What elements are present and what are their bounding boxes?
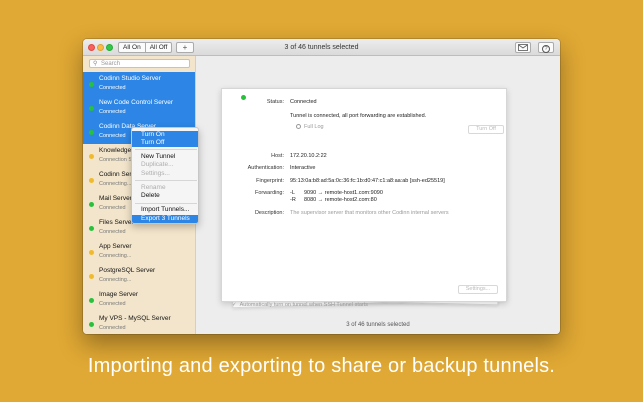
status-dot	[89, 106, 94, 111]
search-placeholder: Search	[101, 61, 121, 67]
tunnel-list-item[interactable]: New Code Control Server Connected	[83, 96, 195, 120]
forwarding-flag-1: -L	[290, 190, 295, 196]
auto-turn-on-label: Automatically turn on tunnel when SSH Tu…	[239, 302, 369, 308]
tunnel-name: New Code Control Server	[99, 99, 174, 106]
status-dot	[89, 178, 94, 183]
tunnel-status: Connected	[99, 325, 126, 331]
auto-turn-on-checkbox[interactable]: ✓ Automatically turn on tunnel when SSH T…	[232, 302, 368, 308]
tunnel-detail-card: Status: Connected Tunnel is connected, a…	[221, 88, 507, 308]
full-log-link[interactable]: Full Log	[296, 124, 324, 130]
fingerprint-label: Fingerprint:	[256, 178, 284, 184]
tunnel-name: Codinn Studio Server	[99, 75, 161, 82]
help-button[interactable]: ?	[538, 42, 554, 53]
description-label: Description:	[254, 210, 284, 216]
promo-caption: Importing and exporting to share or back…	[87, 355, 556, 377]
tunnel-list-item[interactable]: Codinn Studio Server Connected	[83, 72, 195, 96]
help-icon: ?	[542, 45, 550, 53]
mail-button[interactable]	[515, 42, 531, 53]
host-value: 172.20.10.2:22	[290, 153, 327, 159]
status-message: Tunnel is connected, all port forwarding…	[290, 113, 427, 119]
menu-separator	[135, 203, 197, 204]
tunnel-status: Connected	[99, 85, 126, 91]
status-value: Connected	[290, 99, 317, 105]
full-log-label: Full Log	[304, 124, 324, 130]
status-label: Status:	[266, 99, 284, 105]
detail-pane: Status: Connected Tunnel is connected, a…	[196, 56, 560, 334]
tunnel-status: Connected	[99, 205, 126, 211]
tunnel-list-item[interactable]: PostgreSQL Server Connecting...	[83, 264, 195, 288]
menu-separator	[135, 180, 197, 181]
host-label: Host:	[271, 153, 284, 159]
log-icon	[296, 124, 301, 130]
zoom-button[interactable]	[106, 44, 113, 51]
menu-turn-off[interactable]: Turn Off	[132, 139, 198, 147]
tunnel-list-item[interactable]: My VPS - MySQL Server Connected	[83, 312, 195, 334]
menu-duplicate[interactable]: Duplicate...	[132, 161, 198, 169]
all-off-button[interactable]: All Off	[144, 43, 172, 52]
fingerprint-value: 95:13:0a:b8:ad:5a:0c:36:fc:1b:d0:47:c1:a…	[290, 178, 445, 184]
tunnel-list-item[interactable]: App Server Connecting...	[83, 240, 195, 264]
description-value: The supervisor server that monitors othe…	[290, 210, 449, 216]
forwarding-label: Forwarding:	[254, 190, 284, 196]
menu-delete[interactable]: Delete	[132, 192, 198, 200]
tunnel-status: Connected	[99, 133, 126, 139]
all-on-button[interactable]: All On	[119, 43, 145, 52]
auth-label: Authentication:	[247, 165, 284, 171]
settings-button[interactable]: Settings...	[458, 285, 498, 294]
status-dot	[89, 298, 94, 303]
menu-import[interactable]: Import Tunnels...	[132, 206, 198, 214]
status-dot	[89, 226, 94, 231]
magnifier-icon: ⚲	[93, 61, 98, 67]
menu-turn-on[interactable]: Turn On	[132, 131, 198, 139]
menu-export[interactable]: Export 3 Tunnels	[132, 215, 198, 223]
tunnel-status: Connection S	[99, 157, 133, 163]
status-dot	[89, 82, 94, 87]
status-dot	[89, 202, 94, 207]
tunnel-status: Connecting...	[99, 277, 132, 283]
tunnel-name: Image Server	[99, 291, 139, 298]
forwarding-flag-2: -R	[290, 197, 296, 203]
tunnel-status: Connecting...	[99, 253, 132, 259]
tunnel-status: Connected	[99, 229, 126, 235]
menu-settings[interactable]: Settings...	[132, 170, 198, 178]
envelope-icon	[518, 44, 528, 51]
title-bar: 3 of 46 tunnels selected All On All Off …	[83, 39, 560, 56]
turn-off-button[interactable]: Turn Off	[468, 125, 504, 134]
status-dot	[89, 130, 94, 135]
add-tunnel-button[interactable]: +	[176, 42, 194, 53]
tunnel-list-item[interactable]: Image Server Connected	[83, 288, 195, 312]
tunnel-name: PostgreSQL Server	[99, 267, 156, 274]
close-button[interactable]	[88, 44, 95, 51]
tunnel-name: Mail Server	[99, 195, 132, 202]
forwarding-rule-2: 8080 → remote-host2.com:80	[304, 197, 377, 203]
status-dot	[89, 250, 94, 255]
forwarding-rule-1: 9090 → remote-host1.com:9090	[304, 190, 383, 196]
status-dot	[89, 154, 94, 159]
minimize-button[interactable]	[97, 44, 104, 51]
tunnel-status: Connected	[99, 109, 126, 115]
checkmark-icon: ✓	[232, 302, 237, 308]
status-dot	[89, 274, 94, 279]
tunnel-name: App Server	[99, 243, 132, 250]
context-menu: Turn On Turn Off New Tunnel Duplicate...…	[131, 127, 199, 224]
search-field[interactable]: ⚲ Search	[89, 59, 190, 68]
tunnel-name: Codinn Serv	[99, 171, 135, 178]
tunnel-name: Files Server	[99, 219, 134, 226]
menu-new-tunnel[interactable]: New Tunnel	[132, 153, 198, 161]
selection-footer: 3 of 46 tunnels selected	[346, 322, 410, 328]
menu-separator	[135, 149, 197, 150]
status-dot	[89, 322, 94, 327]
auth-value: Interactive	[290, 165, 316, 171]
all-on-off-segment: All On All Off	[118, 42, 173, 53]
menu-rename[interactable]: Rename	[132, 184, 198, 192]
tunnel-name: My VPS - MySQL Server	[99, 315, 171, 322]
tunnel-status: Connected	[99, 301, 126, 307]
tunnel-status: Connecting...	[99, 181, 132, 187]
